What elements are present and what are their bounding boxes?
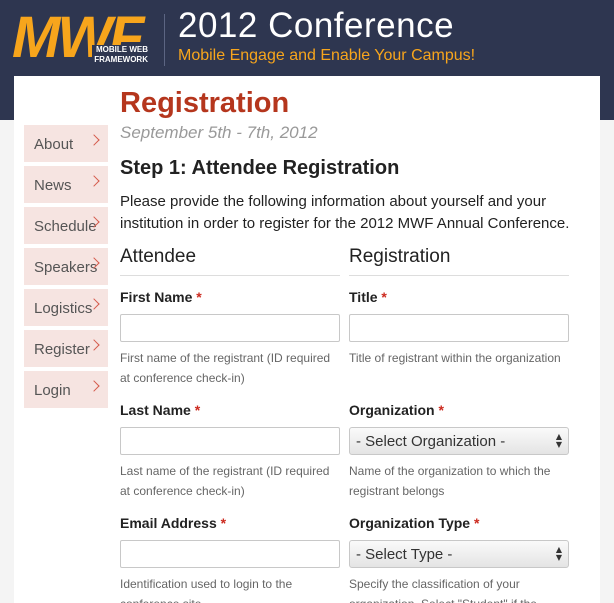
- email-label: Email Address *: [120, 515, 227, 531]
- nav-item-schedule[interactable]: Schedule: [24, 207, 108, 244]
- title-field-group: Title * Title of registrant within the o…: [349, 289, 569, 402]
- nav-item-label: Login: [34, 382, 71, 399]
- first-name-field-group: First Name * First name of the registran…: [120, 289, 340, 402]
- organization-type-select[interactable]: - Select Type - ▲ ▼: [349, 540, 569, 568]
- email-field-group: Email Address * Identification used to l…: [120, 515, 340, 603]
- conference-title: 2012 Conference: [178, 6, 455, 45]
- last-name-help: Last name of the registrant (ID required…: [120, 464, 330, 498]
- organization-selected-value: - Select Organization -: [356, 433, 506, 450]
- first-name-input[interactable]: [120, 314, 340, 342]
- page-title: Registration: [120, 87, 290, 119]
- side-nav: About News Schedule Speakers Logistics R…: [24, 125, 108, 412]
- intro-text: Please provide the following information…: [120, 193, 570, 232]
- organization-type-label: Organization Type *: [349, 515, 480, 531]
- title-label: Title *: [349, 289, 387, 305]
- email-help: Identification used to login to the conf…: [120, 577, 293, 603]
- nav-item-speakers[interactable]: Speakers: [24, 248, 108, 285]
- logo-subtitle: MOBILE WEB FRAMEWORK: [92, 45, 148, 65]
- required-marker: *: [381, 289, 387, 305]
- title-help: Title of registrant within the organizat…: [349, 351, 561, 365]
- first-name-label: First Name *: [120, 289, 202, 305]
- nav-item-label: News: [34, 177, 72, 194]
- nav-item-news[interactable]: News: [24, 166, 108, 203]
- attendee-heading: Attendee: [120, 246, 340, 276]
- organization-type-field-group: Organization Type * - Select Type - ▲ ▼ S…: [349, 515, 569, 603]
- select-arrows-icon: ▲ ▼: [555, 432, 562, 449]
- required-marker: *: [194, 402, 201, 418]
- conference-tagline: Mobile Engage and Enable Your Campus!: [178, 47, 476, 64]
- nav-item-label: Schedule: [34, 218, 97, 235]
- header-divider: [164, 14, 165, 66]
- email-input[interactable]: [120, 540, 340, 568]
- registration-heading: Registration: [349, 246, 569, 276]
- required-marker: *: [473, 515, 480, 531]
- attendee-column: Attendee First Name * First name of the …: [120, 246, 340, 603]
- organization-help: Name of the organization to which the re…: [349, 464, 551, 498]
- organization-field-group: Organization * - Select Organization - ▲…: [349, 402, 569, 515]
- step-title: Step 1: Attendee Registration: [120, 157, 400, 179]
- chevron-right-icon: [88, 175, 100, 187]
- select-arrows-icon: ▲ ▼: [555, 545, 562, 562]
- nav-item-label: About: [34, 136, 74, 153]
- nav-item-register[interactable]: Register: [24, 330, 108, 367]
- organization-label: Organization *: [349, 402, 444, 418]
- nav-item-about[interactable]: About: [24, 125, 108, 162]
- required-marker: *: [220, 515, 227, 531]
- chevron-right-icon: [88, 134, 100, 146]
- nav-item-logistics[interactable]: Logistics: [24, 289, 108, 326]
- organization-type-selected-value: - Select Type -: [356, 546, 453, 563]
- required-marker: *: [196, 289, 202, 305]
- last-name-input[interactable]: [120, 427, 340, 455]
- nav-item-login[interactable]: Login: [24, 371, 108, 408]
- event-dates: September 5th - 7th, 2012: [120, 123, 318, 142]
- mwf-logo[interactable]: MWF MOBILE WEB FRAMEWORK: [12, 8, 162, 70]
- last-name-field-group: Last Name * Last name of the registrant …: [120, 402, 340, 515]
- last-name-label: Last Name *: [120, 402, 201, 418]
- required-marker: *: [438, 402, 444, 418]
- chevron-right-icon: [88, 339, 100, 351]
- registration-column: Registration Title * Title of registrant…: [349, 246, 569, 603]
- title-input[interactable]: [349, 314, 569, 342]
- first-name-help: First name of the registrant (ID require…: [120, 351, 331, 385]
- organization-type-help: Specify the classification of your organ…: [349, 577, 537, 603]
- nav-item-label: Logistics: [34, 300, 93, 317]
- chevron-right-icon: [88, 380, 100, 392]
- organization-select[interactable]: - Select Organization - ▲ ▼: [349, 427, 569, 455]
- nav-item-label: Register: [34, 341, 90, 358]
